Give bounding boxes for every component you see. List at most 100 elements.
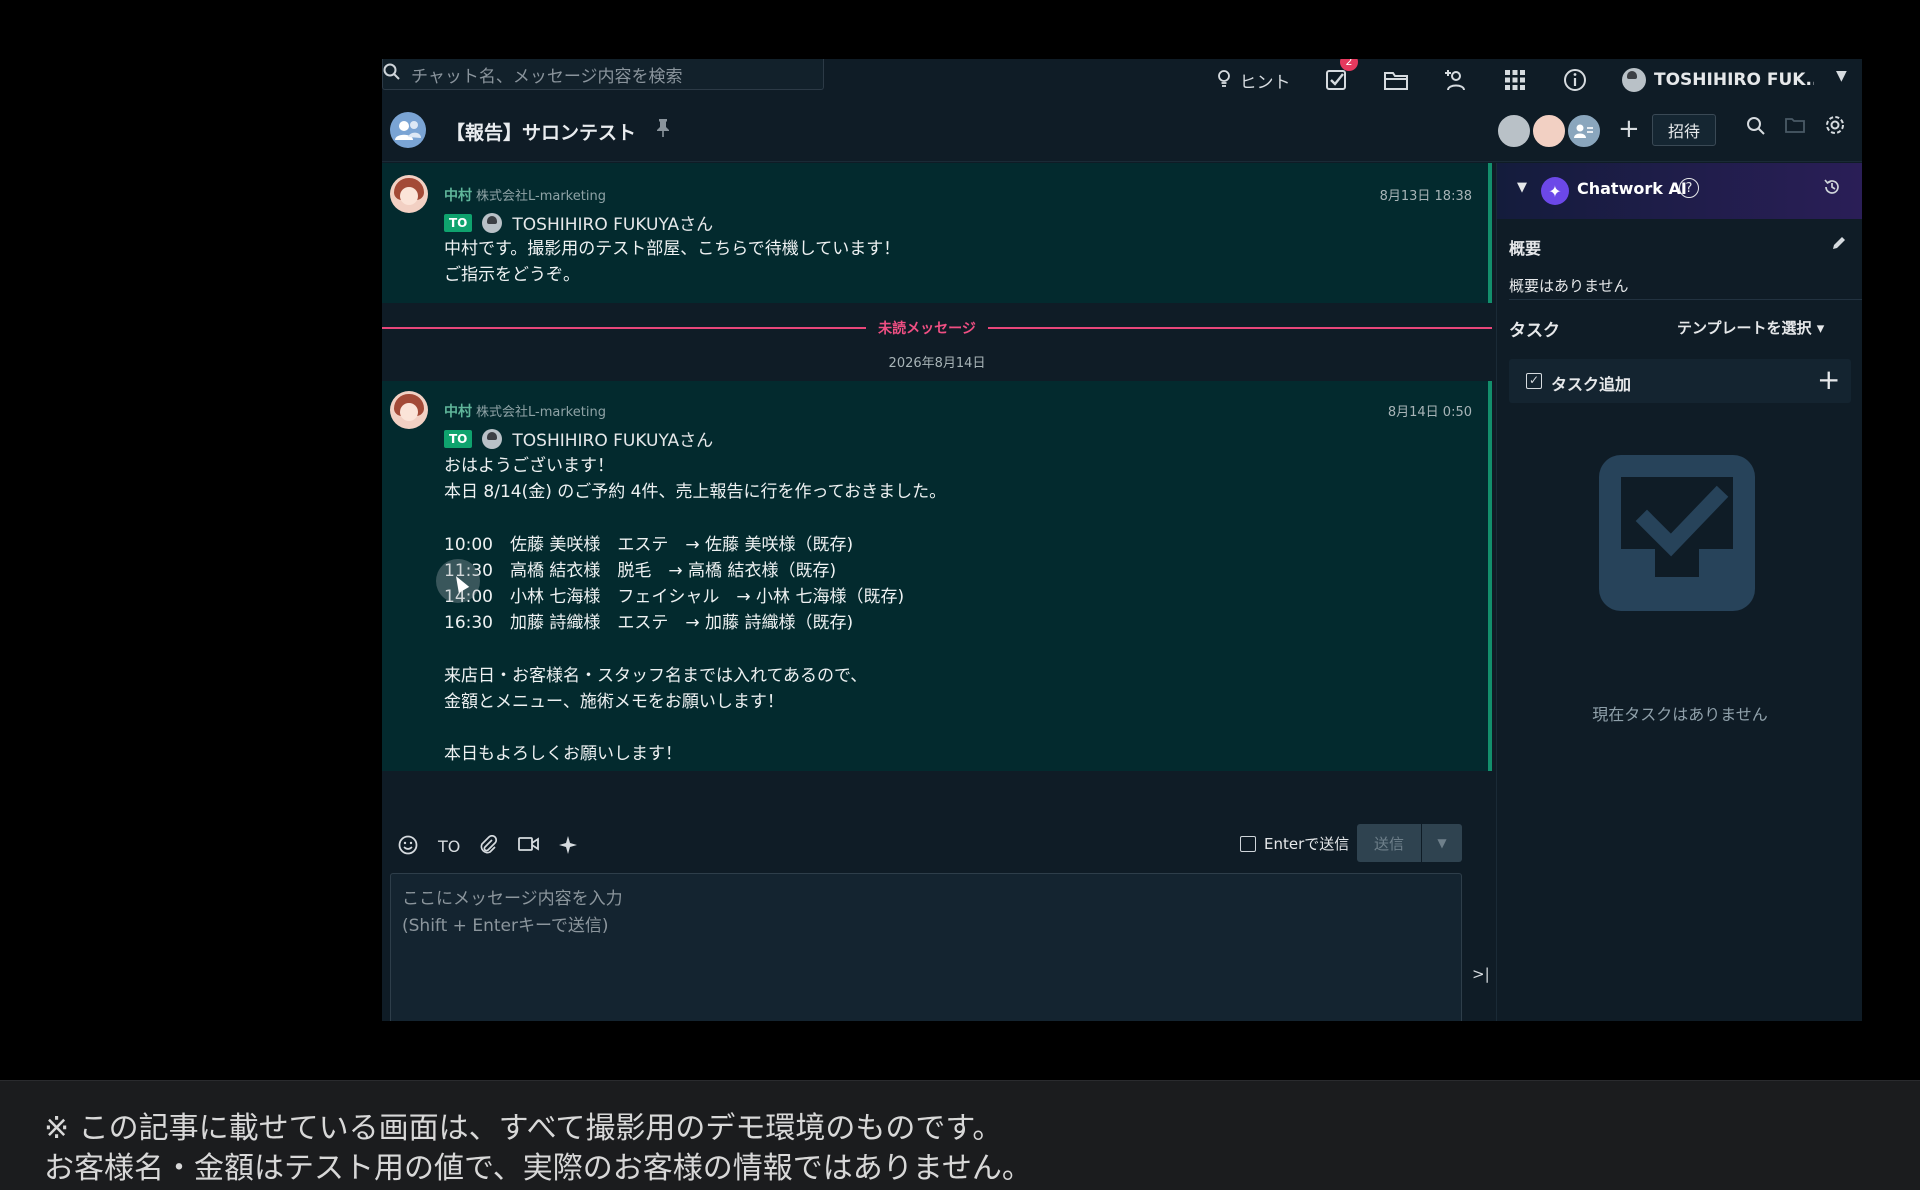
group-room-icon[interactable]: [390, 112, 426, 148]
message-composer: TO Enterで送信 送信 ▼ ここにメッセージ内容を入力 (Shift + …: [382, 809, 1492, 1021]
date-divider: 2026年8月14日: [888, 356, 986, 371]
send-options-dropdown[interactable]: ▼: [1422, 824, 1462, 862]
send-button[interactable]: 送信: [1357, 824, 1421, 862]
history-icon[interactable]: [1823, 178, 1841, 201]
message-line: 11:30 高橋 結衣様 脱毛 → 高橋 結衣様（既存): [444, 560, 837, 581]
message-sender: 中村 株式会社L-marketing: [444, 185, 606, 205]
add-contact-icon[interactable]: [1441, 67, 1471, 93]
checkbox-icon: ✓: [1526, 373, 1542, 389]
message-line: ご指示をどうぞ。: [444, 265, 580, 286]
unread-separator: 未読メッセージ: [382, 320, 1492, 337]
to-tag: TO: [444, 213, 473, 232]
message-line: [444, 505, 946, 531]
attachment-icon[interactable]: [478, 834, 498, 860]
search-icon: [383, 63, 403, 86]
sender-name[interactable]: 中村: [444, 188, 472, 204]
add-task-button[interactable]: ✓ タスク追加 +: [1509, 359, 1851, 403]
avatar[interactable]: [390, 175, 428, 213]
message-line: 来店日・お客様名・スタッフ名までは入れてあるので、: [444, 665, 868, 686]
empty-task-text: 現在タスクはありません: [1592, 705, 1768, 724]
add-task-label: タスク追加: [1551, 375, 1632, 394]
message[interactable]: 中村 株式会社L-marketing 8月14日 0:50 TO TOSHIHIR…: [382, 381, 1492, 771]
enter-send-checkbox[interactable]: [1240, 835, 1256, 852]
ai-sparkle-icon[interactable]: [558, 835, 578, 860]
chat-search-input[interactable]: チャット名、メッセージ内容を検索: [382, 59, 824, 90]
folder-icon[interactable]: [1381, 67, 1411, 93]
to-tag: TO: [444, 429, 473, 448]
search-icon[interactable]: [1746, 116, 1766, 141]
enter-send-label: Enterで送信: [1264, 835, 1350, 853]
invite-button[interactable]: 招待: [1652, 114, 1716, 146]
right-panel: ▼ ✦ Chatwork AI ? 概要 概要はありません タスク テンプレート…: [1496, 163, 1862, 1021]
message-line: 中村です。撮影用のテスト部屋、こちらで待機しています！: [444, 239, 901, 259]
message-line: 本日もよろしくお願いします！: [444, 744, 682, 765]
pin-icon[interactable]: [656, 118, 670, 142]
chatwork-ai-bar[interactable]: ▼ ✦ Chatwork AI ?: [1497, 163, 1862, 219]
chevron-down-icon[interactable]: ▼: [1836, 68, 1847, 84]
ai-title: Chatwork AI: [1577, 179, 1687, 198]
message-timestamp[interactable]: 8月14日 0:50: [1388, 401, 1472, 420]
message-input[interactable]: ここにメッセージ内容を入力 (Shift + Enterキーで送信): [390, 873, 1462, 1021]
message-line: [444, 715, 946, 741]
message[interactable]: 中村 株式会社L-marketing 8月13日 18:38 TO TOSHIHI…: [382, 163, 1492, 303]
folder-icon[interactable]: [1785, 116, 1805, 139]
to-mention: TO TOSHIHIRO FUKUYAさん: [444, 426, 713, 451]
message-body: 中村です。撮影用のテスト部屋、こちらで待機しています！ ご指示をどうぞ。: [444, 236, 900, 288]
sender-org: 株式会社L-marketing: [476, 189, 606, 204]
caption-line-1: ※ この記事に載せている画面は、すべて撮影用のデモ環境のものです。: [44, 1111, 1003, 1146]
message-line: 10:00 佐藤 美咲様 エステ → 佐藤 美咲様（既存): [444, 534, 854, 555]
message-line: 本日 8/14(金) のご予約 4件、売上報告に行を作っておきました。: [444, 482, 947, 503]
task-heading: タスク: [1509, 321, 1560, 341]
help-icon[interactable]: ?: [1679, 178, 1699, 198]
room-header: 【報告】サロンテスト + 招待: [382, 100, 1862, 162]
message-timeline[interactable]: 中村 株式会社L-marketing 8月13日 18:38 TO TOSHIHI…: [382, 163, 1492, 793]
member-list-icon[interactable]: [1566, 113, 1602, 149]
to-button[interactable]: TO: [438, 837, 460, 856]
mention-name: TOSHIHIRO FUKUYAさん: [512, 431, 714, 451]
unread-label: 未読メッセージ: [878, 321, 976, 337]
plus-icon[interactable]: +: [1817, 363, 1840, 396]
room-title: 【報告】サロンテスト: [446, 122, 637, 144]
user-menu[interactable]: TOSHIHIRO FUK...: [1622, 66, 1814, 94]
divider: [1509, 299, 1862, 300]
mention-avatar: [482, 428, 503, 449]
mention-name: TOSHIHIRO FUKUYAさん: [512, 215, 714, 235]
member-avatar[interactable]: [1496, 113, 1532, 149]
emoji-icon[interactable]: [398, 835, 418, 860]
to-mention: TO TOSHIHIRO FUKUYAさん: [444, 210, 713, 235]
lightbulb-icon: [1216, 68, 1232, 93]
info-icon[interactable]: [1560, 67, 1590, 93]
user-avatar: [1622, 68, 1646, 92]
top-bar: チャット名、メッセージ内容を検索 ヒント 2 TOSHIHIRO FUK...: [382, 59, 1862, 100]
member-avatar[interactable]: [1531, 113, 1567, 149]
message-line: 16:30 加藤 詩織様 エステ → 加藤 詩織様（既存): [444, 613, 854, 634]
message-body: おはようございます！ 本日 8/14(金) のご予約 4件、売上報告に行を作ってお…: [444, 453, 946, 767]
add-member-button[interactable]: +: [1618, 114, 1640, 144]
disclaimer-caption: ※ この記事に載せている画面は、すべて撮影用のデモ環境のものです。 お客様名・金…: [0, 1080, 1920, 1190]
pencil-icon[interactable]: [1831, 235, 1847, 255]
message-line: [444, 636, 946, 662]
video-call-icon[interactable]: [518, 835, 540, 858]
grid-icon[interactable]: [1500, 67, 1530, 93]
hint-button[interactable]: ヒント: [1208, 67, 1298, 93]
empty-task-icon: [1595, 451, 1759, 615]
search-placeholder: チャット名、メッセージ内容を検索: [411, 66, 683, 87]
enter-to-send-toggle[interactable]: Enterで送信: [1240, 833, 1349, 854]
message-sender: 中村 株式会社L-marketing: [444, 401, 606, 421]
avatar[interactable]: [390, 391, 428, 429]
task-count-badge: 2: [1340, 59, 1358, 71]
chevron-down-icon[interactable]: ▼: [1517, 180, 1527, 195]
chatwork-window: チャット名、メッセージ内容を検索 ヒント 2 TOSHIHIRO FUK...: [382, 59, 1862, 1021]
message-timestamp[interactable]: 8月13日 18:38: [1380, 185, 1472, 204]
gear-icon[interactable]: [1824, 114, 1846, 142]
summary-heading: 概要: [1509, 239, 1542, 258]
user-name: TOSHIHIRO FUK...: [1654, 70, 1814, 90]
template-select[interactable]: テンプレートを選択 ▾: [1677, 317, 1824, 338]
message-line: 金額とメニュー、施術メモをお願いします！: [444, 691, 784, 712]
sender-name[interactable]: 中村: [444, 404, 472, 420]
hint-label: ヒント: [1239, 72, 1291, 93]
collapse-panel-icon[interactable]: >|: [1472, 965, 1490, 983]
caption-line-2: お客様名・金額はテスト用の値で、実際のお客様の情報ではありません。: [44, 1151, 1032, 1186]
message-line: 14:00 小林 七海様 フェイシャル → 小林 七海様（既存): [444, 587, 905, 608]
message-line: おはようございます！: [444, 456, 614, 476]
